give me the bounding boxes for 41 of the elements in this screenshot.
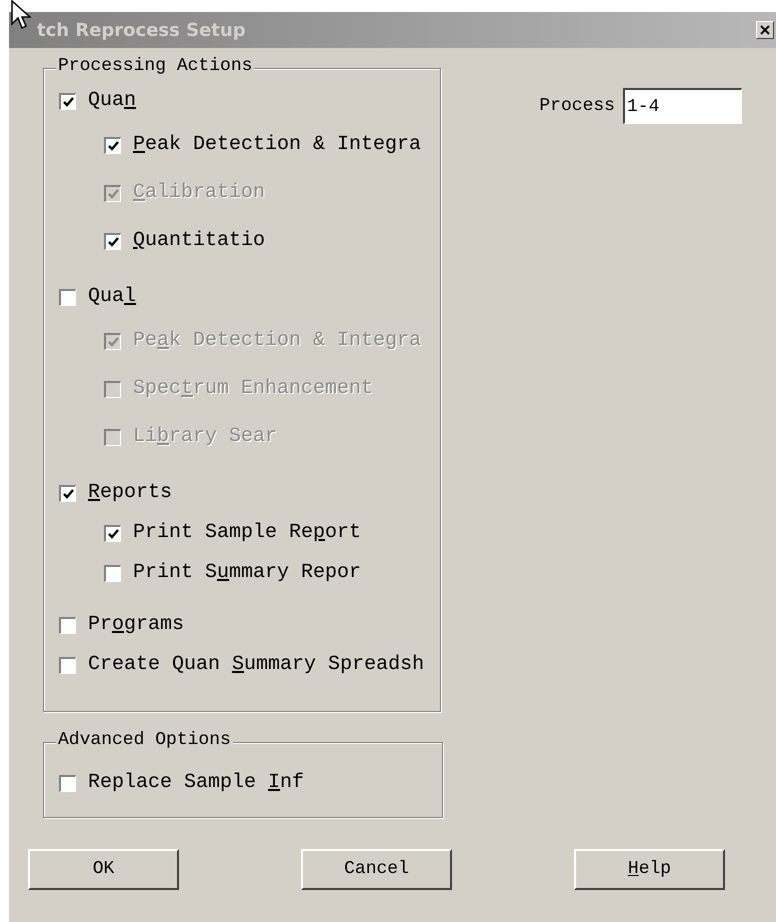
process-field[interactable]: 1-4 [623,88,742,124]
close-icon [760,25,770,35]
close-button[interactable] [756,21,774,39]
checkbox[interactable] [59,656,76,674]
checkbox-label: Library Sear [133,427,278,447]
checkbox-label: Replace Sample Inf [88,773,304,793]
checkbox-label: Create Quan Summary Spreadsh [88,655,424,675]
window-title: tch Reprocess Setup [37,18,246,42]
check-icon [108,188,118,198]
checkbox[interactable] [59,288,76,306]
checkbox-label: Calibration [133,183,266,203]
dialog-button[interactable]: Help [574,849,725,890]
dialog-button[interactable]: Cancel [301,849,452,890]
check-icon [108,140,118,150]
checkbox-label: Peak Detection & Integra [133,135,422,155]
checkbox-label: Spect rum Enhancement [133,379,374,399]
checkbox-label: Reports [88,483,172,503]
checkbox[interactable] [104,524,121,542]
checkbox-label: Print Summary Repor [133,563,362,583]
checkbox[interactable] [104,136,121,154]
checkbox-label: Programs [88,615,184,635]
check-icon [62,488,74,498]
checkbox-label: Qual [88,287,136,307]
checkbox[interactable] [104,564,121,582]
check-icon [108,336,118,346]
group-title: Advanced Options [56,731,233,749]
check-icon [108,236,118,246]
checkbox[interactable] [59,616,76,634]
check-icon [108,528,118,538]
group-title: Processing Actions [56,57,254,75]
checkbox-label: Quan [88,91,136,111]
checkbox[interactable] [59,774,76,792]
checkbox-label: Print Sample Report [133,523,362,543]
checkbox[interactable] [59,484,76,502]
checkbox-label: Quantitatio [133,231,266,251]
dialog-button[interactable]: OK [28,849,179,890]
check-icon [62,96,74,106]
checkbox[interactable] [59,92,76,110]
checkbox-label: Peak Detection & Integra [133,331,422,351]
process-label: Process [539,94,615,118]
checkbox[interactable] [104,232,121,250]
